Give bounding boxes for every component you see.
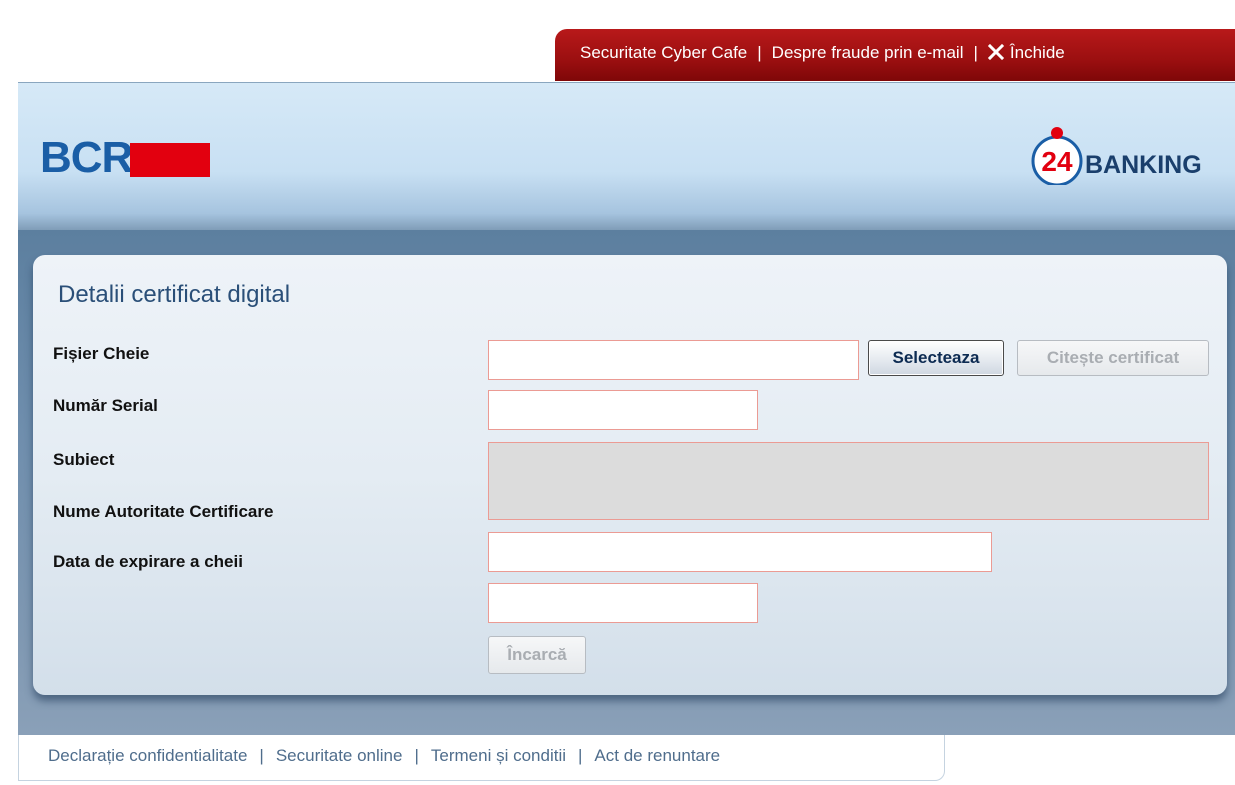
close-label: Închide	[1009, 43, 1065, 62]
extra-input[interactable]	[488, 583, 758, 623]
footer-separator: |	[578, 746, 583, 765]
24banking-logo: 24 BANKING	[1031, 127, 1202, 185]
bcr-logo: BCR	[40, 135, 240, 181]
expiry-date-label: Data de expirare a cheii	[53, 552, 243, 571]
top-nav-tab: Securitate Cyber Cafe | Despre fraude prin…	[555, 29, 1235, 81]
email-fraud-link[interactable]: Despre fraude prin e-mail	[772, 43, 964, 63]
subject-field[interactable]	[488, 442, 1209, 520]
close-link[interactable]: Închide	[987, 42, 1065, 63]
privacy-link[interactable]: Declarație confidentialitate	[48, 746, 247, 765]
close-icon	[987, 44, 1004, 60]
24banking-logo-number: 24	[1041, 146, 1073, 177]
ca-name-label: Nume Autoritate Certificare	[53, 502, 274, 521]
online-security-link[interactable]: Securitate online	[276, 746, 403, 765]
serial-number-input[interactable]	[488, 390, 758, 430]
subject-label: Subiect	[53, 450, 115, 469]
nav-separator: |	[757, 43, 762, 62]
header: BCR 24 BANKING	[18, 82, 1235, 231]
bcr-logo-square	[130, 143, 210, 177]
footer-separator: |	[414, 746, 419, 765]
certificate-panel: Detalii certificat digital Fișier Cheie …	[33, 255, 1227, 695]
key-file-input[interactable]	[488, 340, 859, 380]
key-file-label: Fișier Cheie	[53, 344, 150, 363]
bcr-logo-text: BCR	[40, 133, 133, 182]
upload-button[interactable]: Încarcă	[488, 636, 586, 674]
serial-number-label: Număr Serial	[53, 396, 158, 415]
expiry-date-input[interactable]	[488, 532, 992, 572]
nav-separator: |	[973, 43, 978, 62]
panel-title: Detalii certificat digital	[58, 281, 291, 308]
cyber-cafe-link[interactable]: Securitate Cyber Cafe	[580, 43, 747, 63]
select-file-button[interactable]: Selecteaza	[868, 340, 1004, 376]
disclaimer-link[interactable]: Act de renuntare	[594, 746, 720, 765]
footer-separator: |	[259, 746, 264, 765]
24banking-logo-text: BANKING	[1085, 151, 1202, 179]
terms-link[interactable]: Termeni și conditii	[431, 746, 566, 765]
footer: Declarație confidentialitate | Securitate …	[18, 735, 945, 781]
read-certificate-button[interactable]: Citește certificat	[1017, 340, 1209, 376]
